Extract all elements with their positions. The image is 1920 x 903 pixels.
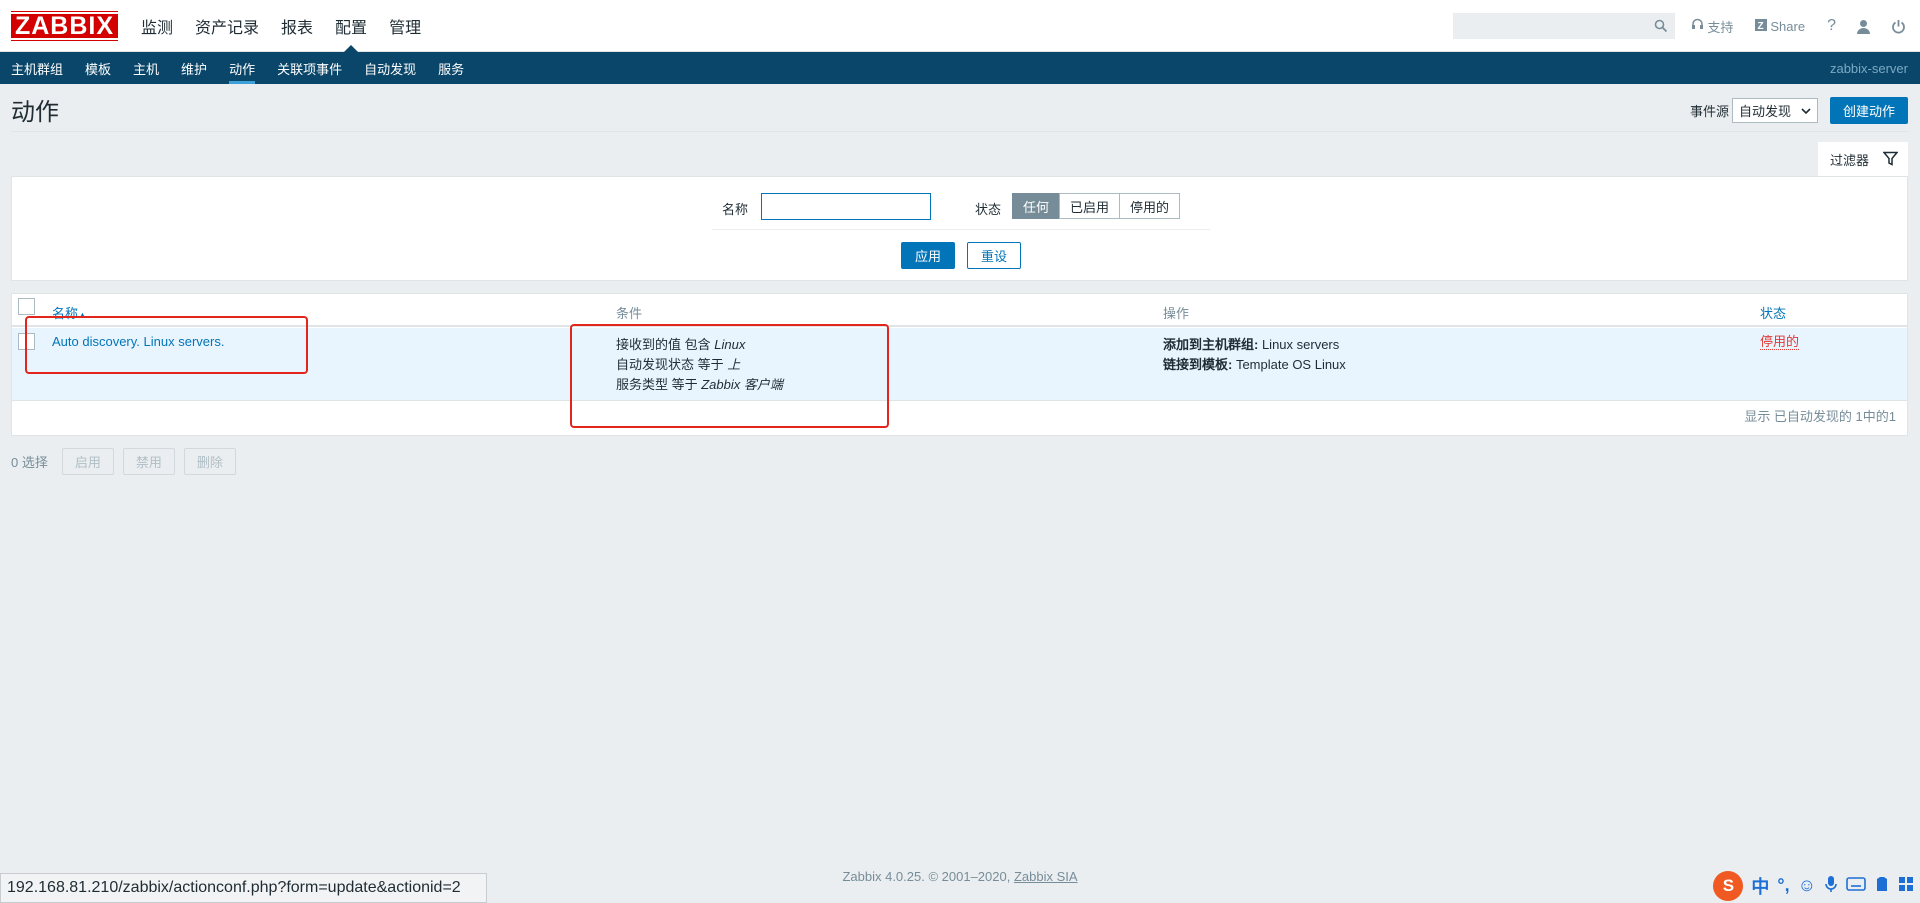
mass-action-bar: 0 选择 启用 禁用 删除 <box>11 448 236 475</box>
submenu-maintenance[interactable]: 维护 <box>170 52 218 84</box>
ime-toolbar: S 中 °, ☺ <box>1713 868 1920 903</box>
select-all-checkbox[interactable] <box>18 298 35 315</box>
filter-separator <box>712 229 1210 230</box>
menu-administration[interactable]: 管理 <box>378 0 432 52</box>
delete-button[interactable]: 删除 <box>183 448 236 475</box>
highlight-box-name <box>25 316 308 374</box>
column-header-conditions: 条件 <box>616 306 643 321</box>
operation-line: 链接到模板: Template OS Linux <box>1163 357 1346 372</box>
submenu-templates[interactable]: 模板 <box>74 52 122 84</box>
selected-count: 0 选择 <box>11 455 48 470</box>
top-navigation-bar: ZABBIX 监测 资产记录 报表 配置 管理 支持 Z Share ? <box>0 0 1920 52</box>
reset-button[interactable]: 重设 <box>967 242 1021 269</box>
column-header-operations: 操作 <box>1163 306 1190 321</box>
create-action-button[interactable]: 创建动作 <box>1829 97 1908 124</box>
share-label: Share <box>1770 18 1806 34</box>
chevron-down-icon <box>1801 103 1811 118</box>
ime-mode[interactable]: 中 <box>1751 873 1769 899</box>
microphone-icon[interactable] <box>1824 875 1838 896</box>
submenu-services[interactable]: 服务 <box>427 52 475 84</box>
support-link[interactable]: 支持 <box>1691 17 1733 36</box>
footer-link[interactable]: Zabbix SIA <box>1014 869 1078 884</box>
status-toggle-link[interactable]: 停用的 <box>1760 335 1800 350</box>
filter-status-radio-group: 任何 已启用 停用的 <box>1012 193 1181 219</box>
user-profile-icon[interactable] <box>1856 19 1871 34</box>
event-source-label: 事件源 <box>1689 104 1729 119</box>
global-search-input[interactable] <box>1453 13 1676 39</box>
menu-configuration[interactable]: 配置 <box>324 0 378 52</box>
column-header-status[interactable]: 状态 <box>1760 303 1786 322</box>
header-divider <box>11 131 1908 132</box>
search-icon[interactable] <box>1654 19 1668 36</box>
sub-navigation-bar: 主机群组 模板 主机 维护 动作 关联项事件 自动发现 服务 zabbix-se… <box>0 52 1920 84</box>
submenu-host-groups[interactable]: 主机群组 <box>0 52 74 84</box>
filter-tab-label: 过滤器 <box>1830 153 1870 168</box>
toolbox-icon[interactable] <box>1898 876 1914 895</box>
headset-icon <box>1691 18 1704 34</box>
page-header: 动作 事件源 自动发现 创建动作 <box>0 84 1920 134</box>
highlight-box-conditions <box>570 324 889 428</box>
share-link[interactable]: Z Share <box>1755 18 1806 34</box>
submenu-event-correlation[interactable]: 关联项事件 <box>266 52 353 84</box>
event-source-select[interactable]: 自动发现 <box>1731 98 1818 123</box>
ime-logo-icon[interactable]: S <box>1713 870 1744 901</box>
browser-status-url: 192.168.81.210/zabbix/actionconf.php?for… <box>0 873 487 903</box>
filter-status-label: 状态 <box>975 202 1002 217</box>
page-title: 动作 <box>11 98 59 126</box>
status-option-enabled[interactable]: 已启用 <box>1059 193 1121 219</box>
help-icon[interactable]: ? <box>1827 17 1836 35</box>
footer-text: Zabbix 4.0.25. © 2001–2020, <box>842 869 1011 884</box>
enable-button[interactable]: 启用 <box>61 448 114 475</box>
operation-line: 添加到主机群组: Linux servers <box>1163 337 1340 352</box>
status-option-disabled[interactable]: 停用的 <box>1119 193 1181 219</box>
zabbix-logo[interactable]: ZABBIX <box>8 10 121 41</box>
submenu-discovery[interactable]: 自动发现 <box>353 52 427 84</box>
apply-button[interactable]: 应用 <box>901 242 955 269</box>
menu-inventory[interactable]: 资产记录 <box>184 0 270 52</box>
menu-reports[interactable]: 报表 <box>270 0 324 52</box>
sign-out-icon[interactable] <box>1891 19 1906 34</box>
punctuation-icon[interactable]: °, <box>1777 875 1789 896</box>
zabbix-share-icon: Z <box>1755 18 1768 34</box>
server-name: zabbix-server <box>1829 60 1908 76</box>
submenu-actions[interactable]: 动作 <box>218 52 266 84</box>
svg-text:Z: Z <box>1758 21 1764 31</box>
status-option-any[interactable]: 任何 <box>1012 193 1061 219</box>
filter-tab[interactable]: 过滤器 <box>1818 142 1908 177</box>
support-label: 支持 <box>1707 19 1734 35</box>
main-menu: 监测 资产记录 报表 配置 管理 <box>130 0 432 52</box>
menu-monitoring[interactable]: 监测 <box>130 0 184 52</box>
emoji-icon[interactable]: ☺ <box>1798 875 1816 896</box>
skin-icon[interactable] <box>1874 876 1890 895</box>
keyboard-icon[interactable] <box>1846 877 1866 894</box>
filter-name-input[interactable] <box>761 193 931 220</box>
filter-icon <box>1882 151 1899 169</box>
disable-button[interactable]: 禁用 <box>122 448 175 475</box>
event-source-value: 自动发现 <box>1738 104 1791 119</box>
filter-panel: 名称 状态 任何 已启用 停用的 应用 重设 <box>11 176 1908 281</box>
submenu-hosts[interactable]: 主机 <box>122 52 170 84</box>
table-paging-info: 显示 已自动发现的 1中的1 <box>1744 409 1896 424</box>
filter-name-label: 名称 <box>722 202 749 217</box>
